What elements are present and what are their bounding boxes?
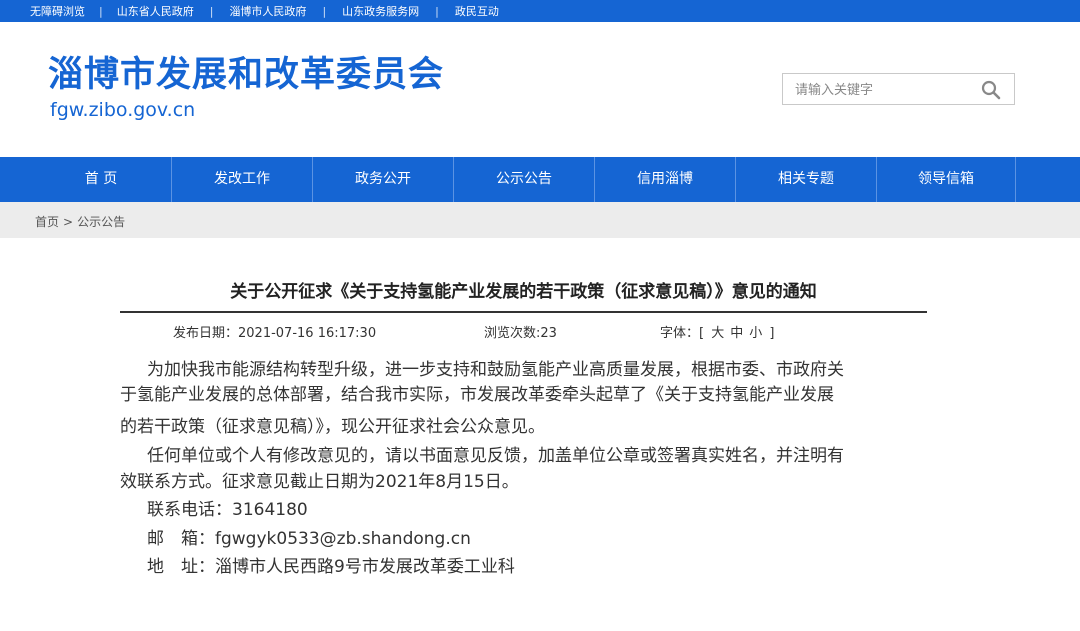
font-size-small[interactable]: 小 [749, 326, 762, 341]
top-utility-bar: 无障碍浏览 | 山东省人民政府 | 淄博市人民政府 | 山东政务服务网 | 政民… [0, 0, 1080, 22]
font-size-end: ] [769, 326, 775, 341]
title-divider [120, 311, 927, 313]
breadcrumb-bar: 首页 > 公示公告 [0, 202, 1080, 238]
publish-date-label: 发布日期： [173, 326, 239, 341]
contact-email: 邮 箱：fgwgyk0533@zb.shandong.cn [147, 527, 471, 552]
font-size-large[interactable]: 大 [711, 326, 724, 341]
breadcrumb: 首页 > 公示公告 [35, 213, 125, 230]
nav-item-mailbox[interactable]: 领导信箱 [877, 157, 1015, 202]
top-link-divider: | [322, 4, 327, 18]
top-link-accessibility[interactable]: 无障碍浏览 [30, 3, 85, 19]
top-link-service-portal[interactable]: 山东政务服务网 [342, 3, 419, 19]
breadcrumb-separator: > [63, 215, 74, 229]
search-box [782, 73, 1015, 105]
top-link-divider: | [435, 4, 439, 18]
contact-address-label: 地 址： [147, 557, 215, 577]
search-input[interactable] [795, 80, 975, 100]
nav-item-gov-affairs[interactable]: 政务公开 [313, 157, 453, 202]
body-paragraph-1-line-2: 于氢能产业发展的总体部署，结合我市实际，市发展改革委牵头起草了《关于支持氢能产业… [120, 385, 834, 405]
font-size-label: 字体：[ [660, 326, 705, 341]
font-size-medium[interactable]: 中 [730, 326, 743, 341]
top-link-zibo-gov[interactable]: 淄博市人民政府 [229, 3, 306, 19]
nav-item-topics[interactable]: 相关专题 [736, 157, 876, 202]
contact-address-value: 淄博市人民西路9号市发展改革委工业科 [215, 557, 515, 577]
contact-phone-value: 3164180 [232, 500, 308, 520]
main-nav: 首 页 发改工作 政务公开 公示公告 信用淄博 相关专题 领导信箱 [0, 157, 1080, 202]
top-link-shandong-gov[interactable]: 山东省人民政府 [117, 3, 194, 19]
nav-item-work[interactable]: 发改工作 [172, 157, 312, 202]
body-paragraph-2-line-2: 效联系方式。征求意见截止日期为2021年8月15日。 [120, 472, 519, 492]
top-link-interaction[interactable]: 政民互动 [455, 3, 499, 19]
publish-date: 发布日期：2021-07-16 16:17:30 [173, 322, 376, 341]
view-count: 浏览次数:23 [484, 322, 557, 341]
contact-phone-label: 联系电话： [147, 500, 232, 520]
breadcrumb-current[interactable]: 公示公告 [77, 215, 125, 229]
nav-item-home[interactable]: 首 页 [31, 157, 171, 202]
view-count-value: 23 [540, 326, 557, 341]
article-title: 关于公开征求《关于支持氢能产业发展的若干政策（征求意见稿）》意见的通知 [230, 282, 817, 302]
site-url: fgw.zibo.gov.cn [50, 99, 196, 121]
view-count-label: 浏览次数: [484, 326, 541, 341]
contact-address: 地 址：淄博市人民西路9号市发展改革委工业科 [147, 555, 515, 580]
contact-email-label: 邮 箱： [147, 529, 215, 549]
site-title[interactable]: 淄博市发展和改革委员会 [48, 54, 444, 96]
nav-item-notices[interactable]: 公示公告 [454, 157, 594, 202]
font-size-control: 字体：[ 大中小 ] [660, 322, 774, 341]
body-paragraph-2-line-1: 任何单位或个人有修改意见的，请以书面意见反馈，加盖单位公章或签署真实姓名，并注明… [147, 446, 844, 466]
nav-divider [1015, 157, 1016, 202]
top-links: 无障碍浏览 | 山东省人民政府 | 淄博市人民政府 | 山东政务服务网 | 政民… [0, 0, 499, 22]
publish-date-value: 2021-07-16 16:17:30 [238, 326, 377, 341]
search-icon[interactable] [980, 79, 1002, 101]
nav-item-credit[interactable]: 信用淄博 [595, 157, 735, 202]
contact-email-value[interactable]: fgwgyk0533@zb.shandong.cn [215, 529, 471, 549]
contact-phone: 联系电话：3164180 [147, 498, 308, 523]
breadcrumb-home[interactable]: 首页 [35, 215, 59, 229]
body-paragraph-1-line-3: 的若干政策（征求意见稿）》，现公开征求社会公众意见。 [120, 417, 545, 437]
top-link-divider: | [209, 4, 214, 18]
top-link-divider: | [99, 4, 103, 18]
body-paragraph-1-line-1: 为加快我市能源结构转型升级，进一步支持和鼓励氢能产业高质量发展，根据市委、市政府… [147, 360, 844, 380]
